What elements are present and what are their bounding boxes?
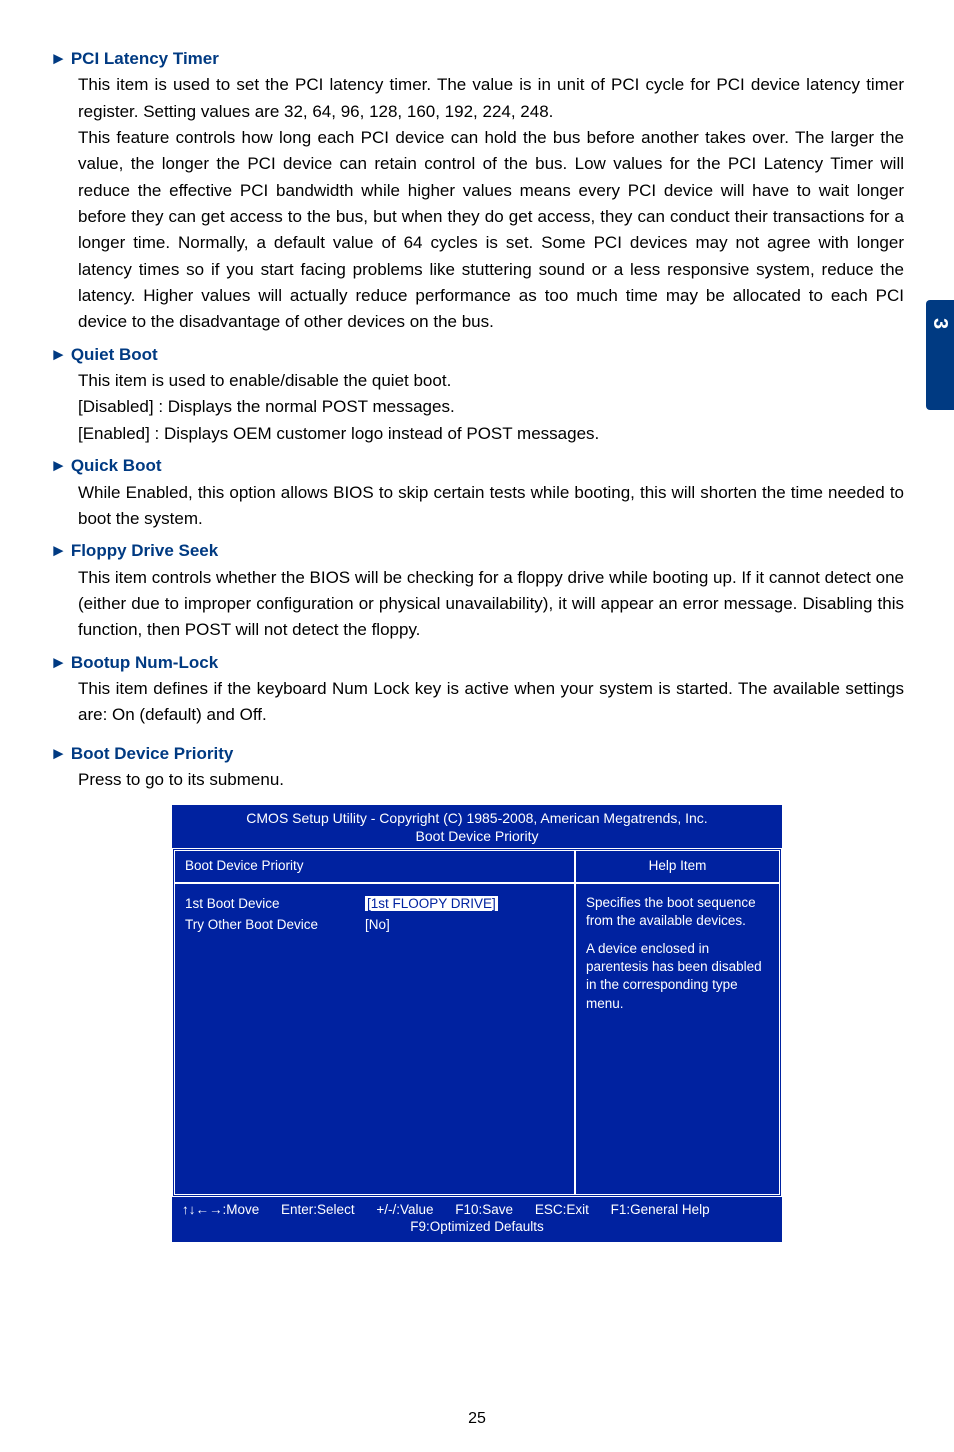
- heading-text: Floppy Drive Seek: [71, 541, 218, 560]
- bios-title-line2: Boot Device Priority: [172, 827, 782, 845]
- bios-key-hint: Enter:Select: [281, 1202, 355, 1217]
- bios-title-line1: CMOS Setup Utility - Copyright (C) 1985-…: [172, 809, 782, 827]
- bios-right-header: Help Item: [574, 851, 779, 884]
- heading-text: Boot Device Priority: [71, 744, 234, 763]
- heading-quiet-boot: ►Quiet Boot: [50, 342, 904, 368]
- bios-key-hint: F1:General Help: [611, 1202, 710, 1217]
- body-bootup-numlock: This item defines if the keyboard Num Lo…: [78, 676, 904, 729]
- bios-title-bar: CMOS Setup Utility - Copyright (C) 1985-…: [172, 805, 782, 847]
- chapter-tab: 3: [926, 300, 954, 410]
- heading-text: Bootup Num-Lock: [71, 653, 218, 672]
- triangle-icon: ►: [50, 49, 67, 68]
- heading-quick-boot: ►Quick Boot: [50, 453, 904, 479]
- triangle-icon: ►: [50, 744, 67, 763]
- page-number: 25: [0, 1407, 954, 1432]
- heading-bootup-numlock: ►Bootup Num-Lock: [50, 650, 904, 676]
- bios-option-row[interactable]: 1st Boot Device [1st FLOOPY DRIVE]: [185, 894, 564, 915]
- bios-option-label: 1st Boot Device: [185, 894, 365, 915]
- body-boot-device-priority: Press to go to its submenu.: [78, 767, 904, 793]
- triangle-icon: ►: [50, 456, 67, 475]
- heading-pci-latency: ►PCI Latency Timer: [50, 46, 904, 72]
- bios-help-text: A device enclosed in parentesis has been…: [586, 940, 769, 1013]
- bios-help-text: Specifies the boot sequence from the ava…: [586, 894, 769, 930]
- triangle-icon: ►: [50, 345, 67, 364]
- chapter-tab-number: 3: [925, 318, 954, 329]
- heading-text: PCI Latency Timer: [71, 49, 219, 68]
- bios-key-hint: ESC:Exit: [535, 1202, 589, 1217]
- bios-option-value-selected: [1st FLOOPY DRIVE]: [365, 896, 498, 911]
- body-quiet-boot: This item is used to enable/disable the …: [78, 368, 904, 447]
- bios-key-hint: ↑↓←→:Move: [182, 1202, 259, 1217]
- body-quick-boot: While Enabled, this option allows BIOS t…: [78, 480, 904, 533]
- heading-floppy-seek: ►Floppy Drive Seek: [50, 538, 904, 564]
- bios-key-hint: +/-/:Value: [376, 1202, 433, 1217]
- bios-option-label: Try Other Boot Device: [185, 915, 365, 936]
- bios-footer: ↑↓←→:Move Enter:Select +/-/:Value F10:Sa…: [172, 1197, 782, 1242]
- triangle-icon: ►: [50, 541, 67, 560]
- body-floppy-seek: This item controls whether the BIOS will…: [78, 565, 904, 644]
- triangle-icon: ►: [50, 653, 67, 672]
- bios-key-hint: F10:Save: [455, 1202, 513, 1217]
- bios-key-hint: F9:Optimized Defaults: [182, 1218, 772, 1236]
- bios-options-pane: 1st Boot Device [1st FLOOPY DRIVE] Try O…: [175, 884, 574, 1194]
- body-pci-latency: This item is used to set the PCI latency…: [78, 72, 904, 335]
- heading-text: Quick Boot: [71, 456, 162, 475]
- heading-boot-device-priority: ►Boot Device Priority: [50, 741, 904, 767]
- heading-text: Quiet Boot: [71, 345, 158, 364]
- bios-left-header: Boot Device Priority: [175, 851, 574, 884]
- bios-screenshot: CMOS Setup Utility - Copyright (C) 1985-…: [172, 805, 782, 1241]
- bios-option-row[interactable]: Try Other Boot Device [No]: [185, 915, 564, 936]
- bios-help-pane: Specifies the boot sequence from the ava…: [574, 884, 779, 1194]
- bios-option-value: [No]: [365, 915, 390, 936]
